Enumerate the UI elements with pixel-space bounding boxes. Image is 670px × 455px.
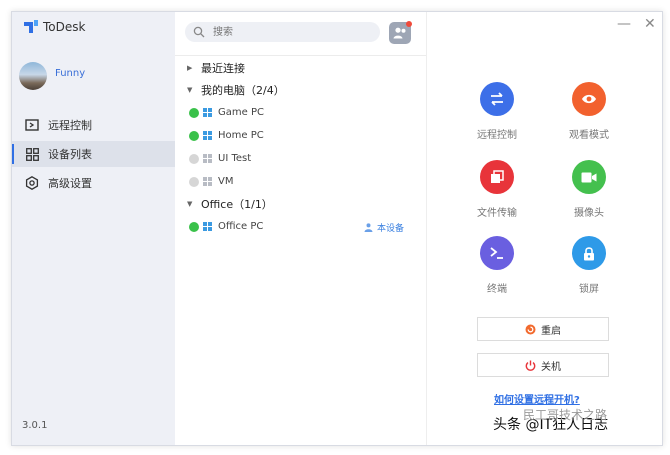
shutdown-button[interactable]: 关机 [477, 353, 609, 377]
brand: ToDesk [24, 20, 85, 34]
device-actions-panel: — ✕ 远程控制 观看模式 文件传输 摄像头 终端 锁屏 重启 关机 如何设置远… [427, 12, 662, 445]
device-row-home-pc[interactable]: Home PC [175, 124, 426, 147]
device-row-office-pc[interactable]: Office PC 本设备 [175, 215, 426, 238]
feature-label: 摄像头 [574, 208, 604, 219]
windows-icon [203, 221, 213, 232]
add-contact-button[interactable] [389, 21, 412, 44]
sidebar-item-label: 高级设置 [48, 177, 92, 190]
windows-icon [203, 130, 213, 141]
remote-control-icon [25, 118, 39, 132]
sidebar-item-label: 设备列表 [48, 148, 92, 161]
device-tree: ▶ 最近连接 ▼ 我的电脑（2/4） Game PC Home PC UI Te… [175, 57, 426, 238]
online-status-icon [189, 107, 199, 118]
windows-icon [203, 107, 213, 118]
device-name: Game PC [218, 107, 264, 118]
device-row-game-pc[interactable]: Game PC [175, 101, 426, 124]
feature-file-transfer[interactable]: 文件传输 [457, 160, 537, 219]
feature-label: 远程控制 [477, 130, 517, 141]
terminal-icon [480, 236, 514, 270]
offline-status-icon [189, 176, 199, 187]
eye-icon [572, 82, 606, 116]
device-row-ui-test[interactable]: UI Test [175, 147, 426, 170]
watermark-sub: 民工哥技术之路 [523, 408, 608, 422]
device-name: Office PC [218, 221, 264, 232]
group-office[interactable]: ▼ Office（1/1） [175, 193, 426, 215]
online-status-icon [189, 221, 199, 232]
person-icon [364, 223, 373, 232]
remote-power-on-help-link[interactable]: 如何设置远程开机? [494, 391, 580, 406]
add-user-icon [393, 27, 406, 39]
minimize-icon[interactable]: — [617, 16, 631, 32]
notification-dot [406, 21, 412, 27]
group-label: 我的电脑（2/4） [201, 84, 285, 97]
file-copy-icon [480, 160, 514, 194]
search-box[interactable] [185, 22, 380, 42]
power-icon [525, 360, 536, 371]
divider [175, 55, 426, 56]
feature-lock-screen[interactable]: 锁屏 [549, 236, 629, 295]
sidebar-item-label: 远程控制 [48, 119, 92, 132]
chevron-down-icon: ▼ [187, 200, 193, 208]
group-label: Office（1/1） [201, 198, 273, 211]
group-recent[interactable]: ▶ 最近连接 [175, 57, 426, 79]
feature-view-mode[interactable]: 观看模式 [549, 82, 629, 141]
feature-label: 锁屏 [579, 284, 599, 295]
this-device-badge: 本设备 [364, 221, 404, 234]
feature-terminal[interactable]: 终端 [457, 236, 537, 295]
restart-icon [525, 324, 536, 335]
app-version: 3.0.1 [22, 420, 48, 431]
camera-icon [572, 160, 606, 194]
close-icon[interactable]: ✕ [644, 16, 656, 32]
app-title: ToDesk [43, 20, 86, 34]
windows-icon [203, 153, 213, 164]
feature-label: 观看模式 [569, 130, 609, 141]
settings-icon [25, 176, 39, 190]
offline-status-icon [189, 153, 199, 164]
user-name: Funny [55, 67, 86, 79]
chevron-down-icon: ▼ [187, 86, 193, 94]
search-input[interactable] [211, 25, 375, 39]
chevron-right-icon: ▶ [187, 64, 193, 72]
feature-label: 终端 [487, 284, 507, 295]
group-my-devices[interactable]: ▼ 我的电脑（2/4） [175, 79, 426, 101]
sidebar-nav: 远程控制 设备列表 高级设置 [12, 112, 175, 199]
group-label: 最近连接 [201, 62, 245, 75]
sidebar-item-advanced-settings[interactable]: 高级设置 [12, 170, 175, 196]
feature-label: 文件传输 [477, 208, 517, 219]
windows-icon [203, 176, 213, 187]
device-list-panel: ▶ 最近连接 ▼ 我的电脑（2/4） Game PC Home PC UI Te… [175, 12, 427, 445]
todesk-window: ToDesk Funny 远程控制 设备列表 高级设置 3.0.1 搜索 ▶ 最… [11, 11, 663, 446]
device-row-vm[interactable]: VM [175, 170, 426, 193]
avatar[interactable] [19, 62, 47, 90]
todesk-logo-icon [24, 20, 38, 33]
restart-label: 重启 [541, 325, 561, 337]
sidebar: ToDesk Funny 远程控制 设备列表 高级设置 3.0.1 [12, 12, 175, 445]
device-name: VM [218, 176, 234, 187]
shutdown-label: 关机 [541, 361, 561, 373]
device-name: Home PC [218, 130, 264, 141]
search-icon [193, 26, 205, 38]
online-status-icon [189, 130, 199, 141]
lock-icon [572, 236, 606, 270]
feature-camera[interactable]: 摄像头 [549, 160, 629, 219]
device-name: UI Test [218, 153, 252, 164]
watermark: 民工哥技术之路 头条 @IT狂人日志 [493, 408, 608, 434]
device-grid-icon [25, 147, 39, 161]
restart-button[interactable]: 重启 [477, 317, 609, 341]
sidebar-item-device-list[interactable]: 设备列表 [12, 141, 175, 167]
feature-remote-control[interactable]: 远程控制 [457, 82, 537, 141]
swap-arrows-icon [480, 82, 514, 116]
sidebar-item-remote-control[interactable]: 远程控制 [12, 112, 175, 138]
user-profile[interactable]: Funny [19, 62, 85, 90]
